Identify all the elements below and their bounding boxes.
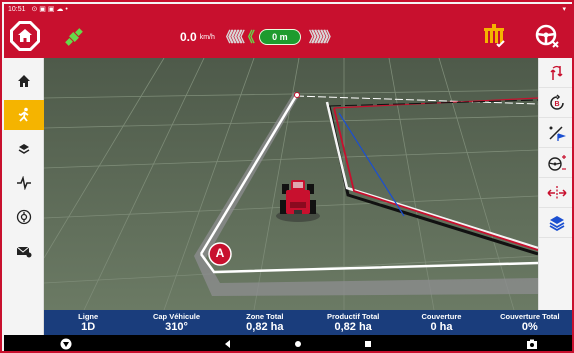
home-button[interactable] [10, 21, 40, 51]
info-zone-total: Zone Total 0,82 ha [246, 312, 284, 333]
tool-shift-line[interactable] [539, 178, 572, 208]
home-icon [18, 29, 32, 42]
tool-guidance-lines[interactable] [539, 58, 572, 88]
speed-and-guidance: 0.0 km/h 《《《《《 《 0 m 》》》》》》 [180, 28, 338, 46]
back-icon[interactable] [222, 338, 234, 350]
info-couverture: Couverture 0 ha [421, 312, 462, 333]
left-chevron-active-icon: 《 [240, 29, 255, 45]
app-logo-icon[interactable] [60, 338, 72, 350]
guidance-offset: 0 m [258, 29, 301, 45]
top-app-bar: 0.0 km/h 《《《《《 《 0 m 》》》》》》 [4, 16, 572, 58]
flag-line-icon [549, 125, 566, 141]
circle-settings-icon [16, 209, 32, 225]
steering-plus-minus-icon [548, 154, 566, 171]
field-3d-scene: A [44, 58, 538, 310]
right-chevrons-icon: 》》》》》》 [308, 29, 338, 45]
layers-icon [18, 144, 30, 154]
tractor-icon [276, 180, 320, 222]
guidance-map-view[interactable]: A [44, 58, 538, 310]
autosteer-off-icon[interactable] [534, 23, 560, 49]
left-chevrons-icon: 《《《《《 [218, 29, 245, 45]
home-circle-icon[interactable] [292, 338, 304, 350]
system-nav-bar [4, 335, 572, 351]
tool-map-layers[interactable] [539, 208, 572, 238]
info-ligne: Ligne 1D [78, 312, 99, 333]
app-window: 10:51 ⊙ ▣ ▣ ☁ • ▾ 0.0 km/h 《《《《《 《 0 m 》… [0, 0, 574, 353]
tool-recenter[interactable]: B [539, 88, 572, 118]
status-icons: ⊙ ▣ ▣ ☁ • [31, 6, 68, 13]
point-a-label: A [216, 246, 225, 260]
tool-boundary[interactable] [539, 118, 572, 148]
gps-satellite-icon[interactable] [62, 25, 86, 49]
nav-field[interactable] [4, 134, 44, 164]
left-nav-sidebar [4, 58, 44, 335]
mail-icon [16, 246, 32, 258]
nav-messages[interactable] [4, 236, 44, 266]
home-icon [18, 75, 30, 87]
line-origin-marker [294, 92, 300, 98]
tool-steering-adjust[interactable] [539, 148, 572, 178]
system-status-bar: 10:51 ⊙ ▣ ▣ ☁ • ▾ [4, 4, 572, 16]
field-info-bar: Ligne 1D Cap Véhicule 310° Zone Total 0,… [44, 310, 572, 335]
svg-text:B: B [554, 101, 559, 108]
pulse-icon [17, 176, 31, 190]
speed-value: 0.0 [180, 30, 197, 44]
info-productif-total: Productif Total 0,82 ha [326, 312, 380, 333]
recents-icon[interactable] [362, 338, 374, 350]
nav-guidance[interactable] [4, 100, 44, 130]
right-tool-bar: B [538, 58, 572, 310]
shift-arrows-icon [547, 185, 567, 200]
runner-icon [18, 107, 29, 122]
stack-layers-icon [549, 215, 565, 231]
nav-settings[interactable] [4, 202, 44, 232]
status-time: 10:51 [8, 6, 26, 13]
nav-home[interactable] [4, 66, 44, 96]
info-cap-vehicule: Cap Véhicule 310° [152, 312, 201, 333]
wifi-icon: ▾ [562, 6, 566, 13]
ab-line-icon [550, 65, 563, 80]
nav-diagnostics[interactable] [4, 168, 44, 198]
screenshot-camera-icon[interactable] [526, 338, 538, 350]
info-couverture-total: Couverture Total 0% [500, 312, 560, 333]
section-control-icon[interactable] [480, 22, 508, 50]
speed-unit: km/h [199, 33, 215, 41]
rotate-b-icon: B [550, 93, 564, 110]
